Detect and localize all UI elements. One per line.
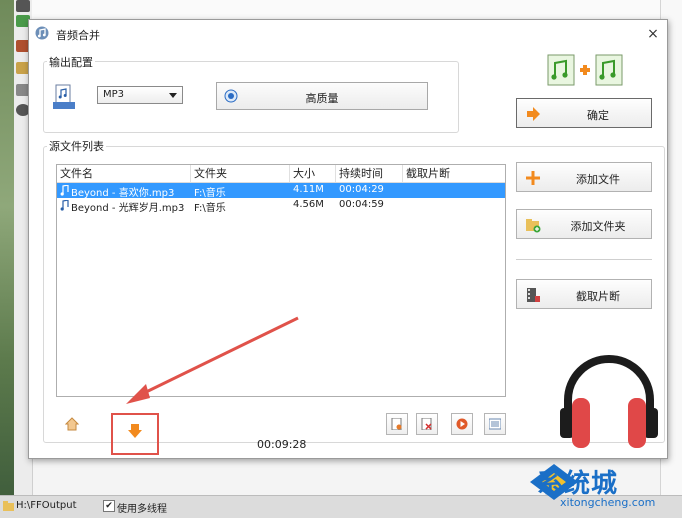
file-duration: 00:04:29 — [339, 184, 384, 195]
list-view-icon — [489, 418, 501, 430]
desktop-background — [0, 0, 14, 517]
file-size: 4.56M — [293, 199, 324, 210]
merge-audio-icon — [547, 54, 623, 86]
confirm-button[interactable]: 确定 — [516, 98, 652, 128]
file-folder: F:\音乐 — [194, 188, 226, 199]
play-icon — [456, 418, 468, 430]
move-top-icon[interactable] — [65, 417, 79, 431]
play-button[interactable] — [451, 413, 473, 435]
remove-file-button[interactable] — [416, 413, 438, 435]
output-path: H:\FFOutput — [16, 500, 77, 511]
format-select-value: MP3 — [103, 89, 125, 100]
file-row[interactable]: Beyond - 光辉岁月.mp3 F:\音乐 4.56M 00:04:59 — [57, 198, 505, 214]
app-music-icon — [35, 26, 49, 40]
music-note-icon — [60, 185, 69, 196]
properties-button[interactable] — [484, 413, 506, 435]
folder-icon — [3, 501, 14, 511]
watermark-brand: 系统城 — [537, 469, 619, 499]
plus-icon — [526, 171, 540, 185]
headphones-icon — [560, 355, 658, 448]
audio-merge-dialog: 音频合并 × 输出配置 MP3 高质量 确定 源文件列表 文件名 文件夹 大小 … — [28, 19, 668, 459]
format-select[interactable]: MP3 — [97, 86, 183, 104]
new-file-icon — [391, 418, 402, 430]
add-folder-label: 添加文件夹 — [570, 220, 626, 233]
column-filename[interactable]: 文件名 — [57, 165, 191, 182]
cut-clip-label: 截取片断 — [576, 290, 620, 303]
add-folder-icon — [526, 219, 541, 233]
multithread-checkbox[interactable]: ✔ — [103, 500, 115, 512]
background-list-header — [32, 0, 660, 20]
music-note-icon — [60, 200, 69, 211]
annotation-highlight-box — [111, 413, 159, 455]
column-folder[interactable]: 文件夹 — [191, 165, 290, 182]
list-header: 文件名 文件夹 大小 持续时间 截取片断 — [57, 165, 505, 183]
divider — [516, 259, 652, 260]
file-list[interactable]: 文件名 文件夹 大小 持续时间 截取片断 Beyond - 喜欢你.mp3 F:… — [56, 164, 506, 397]
sidebar-video-icon — [16, 0, 30, 12]
column-duration[interactable]: 持续时间 — [336, 165, 403, 182]
chevron-down-icon — [169, 93, 177, 98]
total-duration: 00:09:28 — [257, 438, 307, 451]
watermark-url: xitongcheng.com — [560, 496, 656, 509]
file-name: Beyond - 喜欢你.mp3 — [71, 188, 175, 199]
output-config-label: 输出配置 — [47, 54, 95, 70]
file-row[interactable]: Beyond - 喜欢你.mp3 F:\音乐 4.11M 00:04:29 — [57, 183, 505, 199]
cut-clip-button[interactable]: 截取片断 — [516, 279, 652, 309]
title-bar: 音频合并 × — [29, 20, 667, 48]
confirm-label: 确定 — [587, 109, 609, 122]
film-cut-icon — [527, 288, 540, 302]
dialog-title: 音频合并 — [56, 29, 100, 42]
file-duration: 00:04:59 — [339, 199, 384, 210]
file-name: Beyond - 光辉岁月.mp3 — [71, 203, 185, 214]
arrow-right-icon — [527, 107, 540, 121]
multithread-label: 使用多线程 — [117, 504, 167, 515]
close-button[interactable]: × — [645, 26, 661, 42]
remove-file-icon — [421, 418, 432, 430]
new-file-button[interactable] — [386, 413, 408, 435]
music-file-format-icon — [53, 84, 75, 109]
add-file-label: 添加文件 — [576, 173, 620, 186]
column-clip[interactable]: 截取片断 — [403, 165, 505, 182]
add-file-button[interactable]: 添加文件 — [516, 162, 652, 192]
add-folder-button[interactable]: 添加文件夹 — [516, 209, 652, 239]
column-size[interactable]: 大小 — [290, 165, 336, 182]
quality-label: 高质量 — [305, 92, 339, 105]
file-folder: F:\音乐 — [194, 203, 226, 214]
quality-button[interactable]: 高质量 — [216, 82, 428, 110]
file-size: 4.11M — [293, 184, 324, 195]
source-files-label: 源文件列表 — [47, 138, 106, 154]
